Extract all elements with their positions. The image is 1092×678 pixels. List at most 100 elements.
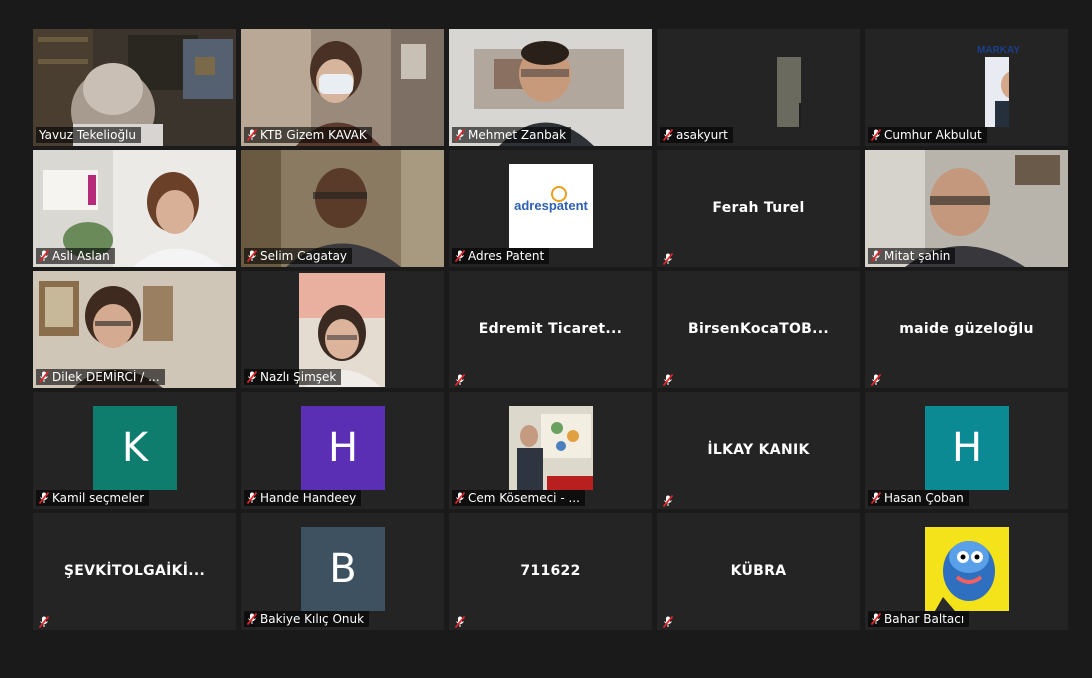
participant-tile[interactable]: maide güzeloğlu [865, 271, 1068, 388]
avatar: H [925, 406, 1009, 490]
muted-mic-icon [38, 249, 50, 263]
participant-name-tag: asakyurt [660, 127, 733, 143]
profile-picture [717, 43, 801, 127]
participant-name-label: Hande Handeey [260, 491, 357, 505]
avatar: H [301, 406, 385, 490]
participant-name-tag: Hande Handeey [244, 490, 362, 506]
participant-name-tag: Mehmet Zanbak [452, 127, 572, 143]
muted-mic-icon [662, 250, 674, 266]
participant-tile[interactable]: Ferah Turel [657, 150, 860, 267]
participant-tile[interactable]: adrespatent Adres Patent [449, 150, 652, 267]
participant-name-label: Cem Kösemeci - ... [468, 491, 580, 505]
muted-mic-icon [38, 613, 50, 629]
logo-mark-icon [551, 186, 567, 202]
participant-display-name: BirsenKocaTOB... [687, 321, 829, 337]
muted-mic-icon [662, 128, 674, 142]
participant-tile[interactable]: Bahar Baltacı [865, 513, 1068, 630]
participant-name-tag: Cumhur Akbulut [868, 127, 987, 143]
participant-name-tag: Kamil seçmeler [36, 490, 150, 506]
participant-name-label: Nazlı Şimşek [260, 370, 337, 384]
muted-mic-icon [662, 613, 674, 629]
muted-mic-icon [662, 492, 674, 508]
muted-mic-icon [246, 612, 258, 626]
gallery-view: Yavuz Tekelioğlu KTB Gizem KAVAK Mehmet Za… [0, 0, 1092, 678]
participant-tile[interactable]: Edremit Ticaret... [449, 271, 652, 388]
muted-mic-icon [870, 249, 882, 263]
avatar: K [93, 406, 177, 490]
muted-mic-icon [870, 371, 882, 387]
participant-name-label: Yavuz Tekelioğlu [39, 128, 136, 142]
participant-tile[interactable]: Yavuz Tekelioğlu [33, 29, 236, 146]
muted-mic-icon [246, 128, 258, 142]
participant-tile[interactable]: Asli Aslan [33, 150, 236, 267]
participant-tile[interactable]: KTB Gizem KAVAK [241, 29, 444, 146]
participant-display-name: KÜBRA [730, 563, 787, 579]
participant-tile[interactable]: İLKAY KANIK [657, 392, 860, 509]
muted-mic-icon [246, 370, 258, 384]
avatar-initial: K [121, 425, 149, 471]
muted-mic-icon [870, 491, 882, 505]
avatar-initial: B [329, 546, 357, 592]
logo-text-left: adres [514, 198, 549, 213]
participant-tile[interactable]: 711622 [449, 513, 652, 630]
muted-mic-icon [454, 491, 466, 505]
muted-mic-icon [454, 128, 466, 142]
participant-display-name: İLKAY KANIK [707, 442, 810, 458]
participant-tile[interactable]: MARKAY Cumhur Akbulut [865, 29, 1068, 146]
muted-mic-icon [38, 370, 50, 384]
participant-tile[interactable]: Cem Kösemeci - ... [449, 392, 652, 509]
muted-mic-icon [246, 491, 258, 505]
participant-tile[interactable]: Nazlı Şimşek [241, 271, 444, 388]
avatar: B [301, 527, 385, 611]
participant-tile[interactable]: Dilek DEMİRCİ / ... [33, 271, 236, 388]
participant-tile[interactable]: ŞEVKİTOLGAİKİ... [33, 513, 236, 630]
participant-name-label: Adres Patent [468, 249, 545, 263]
participant-tile[interactable]: B Bakiye Kılıç Onuk [241, 513, 444, 630]
profile-picture [925, 527, 1009, 611]
participant-name-tag: Bahar Baltacı [868, 611, 970, 627]
participant-name-label: KTB Gizem KAVAK [260, 128, 367, 142]
participant-name-label: Hasan Çoban [884, 491, 964, 505]
participant-tile[interactable]: K Kamil seçmeler [33, 392, 236, 509]
participant-display-name: ŞEVKİTOLGAİKİ... [63, 563, 206, 579]
participant-tile[interactable]: H Hasan Çoban [865, 392, 1068, 509]
participant-name-tag: Dilek DEMİRCİ / ... [36, 369, 165, 385]
participant-name-label: Kamil seçmeler [52, 491, 145, 505]
participant-name-tag: Yavuz Tekelioğlu [36, 127, 141, 143]
participant-name-label: Bahar Baltacı [884, 612, 965, 626]
participant-name-tag: Nazlı Şimşek [244, 369, 342, 385]
photo-banner-text: MARKAY [977, 45, 1020, 56]
muted-mic-icon [662, 371, 674, 387]
profile-picture [509, 406, 593, 490]
participant-tile[interactable]: H Hande Handeey [241, 392, 444, 509]
participant-tile[interactable]: Mehmet Zanbak [449, 29, 652, 146]
muted-mic-icon [454, 613, 466, 629]
muted-mic-icon [454, 249, 466, 263]
participant-tile[interactable]: Selim Cagatay [241, 150, 444, 267]
participant-display-name: maide güzeloğlu [899, 321, 1034, 337]
participant-name-label: Bakiye Kılıç Onuk [260, 612, 365, 626]
participant-name-tag: Bakiye Kılıç Onuk [244, 611, 370, 627]
avatar-initial: H [951, 425, 983, 471]
participant-name-label: Dilek DEMİRCİ / ... [52, 370, 160, 384]
participant-name-tag: Mitat şahin [868, 248, 956, 264]
participant-name-label: Cumhur Akbulut [884, 128, 982, 142]
avatar-initial: H [327, 425, 359, 471]
muted-mic-icon [870, 128, 882, 142]
participant-name-tag: Selim Cagatay [244, 248, 353, 264]
participant-name-label: Mitat şahin [884, 249, 951, 263]
muted-mic-icon [454, 371, 466, 387]
participant-name-tag: Asli Aslan [36, 248, 115, 264]
participant-grid: Yavuz Tekelioğlu KTB Gizem KAVAK Mehmet Za… [33, 29, 1068, 630]
muted-mic-icon [38, 491, 50, 505]
participant-name-tag: Adres Patent [452, 248, 550, 264]
participant-tile[interactable]: KÜBRA [657, 513, 860, 630]
participant-name-tag: KTB Gizem KAVAK [244, 127, 372, 143]
participant-name-label: Mehmet Zanbak [468, 128, 567, 142]
participant-tile[interactable]: Mitat şahin [865, 150, 1068, 267]
muted-mic-icon [870, 612, 882, 626]
participant-tile[interactable]: BirsenKocaTOB... [657, 271, 860, 388]
participant-tile[interactable]: asakyurt [657, 29, 860, 146]
participant-name-label: Selim Cagatay [260, 249, 348, 263]
participant-display-name: Edremit Ticaret... [478, 321, 623, 337]
